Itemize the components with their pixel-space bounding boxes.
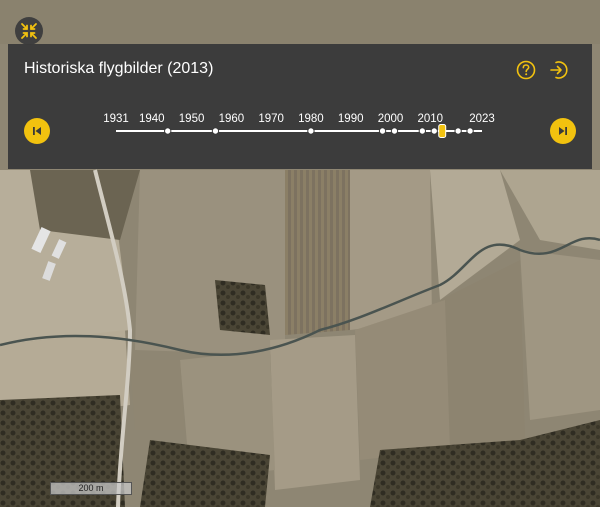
timeline-year-marker[interactable] [390, 127, 399, 135]
timeline-year-marker[interactable] [418, 127, 427, 135]
timeline-year-label: 1931 [103, 113, 129, 125]
timeline-year-marker[interactable] [430, 127, 438, 135]
historical-photos-panel: Historiska flygbilder (2013) 1931 1940 195… [8, 44, 592, 169]
timeline-year-marker[interactable] [454, 127, 462, 135]
timeline-year-label: 2010 [417, 113, 443, 125]
timeline-year-label: 1940 [139, 113, 165, 125]
scale-bar: 200 m [50, 482, 132, 495]
timeline-selected-handle[interactable] [438, 124, 447, 138]
collapse-button[interactable] [15, 17, 43, 45]
timeline-year-label: 2000 [378, 113, 404, 125]
timeline-year-label: 2023 [469, 113, 495, 125]
timeline-year-marker[interactable] [307, 127, 315, 135]
timeline-year-label: 1950 [179, 113, 205, 125]
timeline-year-label: 1960 [219, 113, 245, 125]
timeline-year-marker[interactable] [378, 127, 387, 135]
timeline-year-label: 1990 [338, 113, 364, 125]
collapse-arrows-icon [21, 23, 37, 39]
timeline-year-label: 1970 [258, 113, 284, 125]
year-timeline[interactable]: 1931 1940 1950 1960 1970 1980 1990 2000 2010 2023 [8, 44, 592, 169]
timeline-year-marker[interactable] [466, 127, 474, 135]
timeline-year-marker[interactable] [211, 127, 220, 135]
timeline-year-marker[interactable] [164, 127, 172, 135]
scale-bar-label: 200 m [78, 483, 104, 493]
timeline-year-label: 1980 [298, 113, 324, 125]
